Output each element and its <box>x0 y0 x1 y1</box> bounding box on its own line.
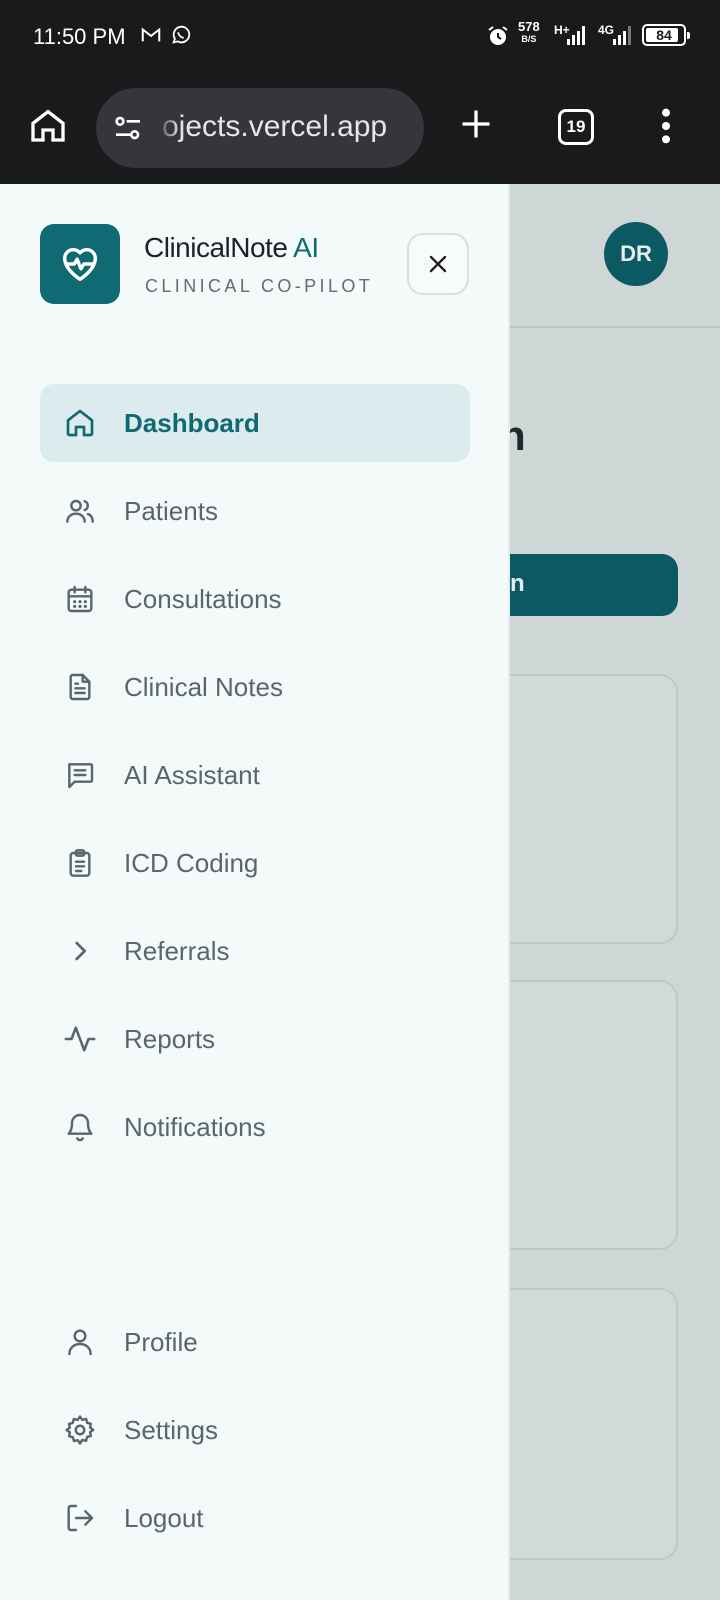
nav-label: Notifications <box>124 1112 266 1142</box>
address-bar[interactable]: ojects.vercel.app <box>96 88 424 168</box>
nav-label: ICD Coding <box>124 848 259 878</box>
file-text-icon <box>62 669 98 705</box>
nav-item-referrals[interactable]: Referrals <box>40 912 470 990</box>
nav-label: Dashboard <box>124 408 260 438</box>
brand-name: ClinicalNote AI <box>144 232 319 263</box>
battery-level: 84 <box>656 27 672 43</box>
browser-toolbar: ojects.vercel.app 19 <box>0 72 720 184</box>
nav-item-clinical-notes[interactable]: Clinical Notes <box>40 648 470 726</box>
message-square-icon <box>62 757 98 793</box>
nav-label: Clinical Notes <box>124 672 283 702</box>
app-logo <box>40 224 120 304</box>
status-bar: 11:50 PM 578 B/S H+ 4G 84 <box>0 0 720 72</box>
nav-item-icd-coding[interactable]: ICD Coding <box>40 824 470 902</box>
activity-icon <box>62 1021 98 1057</box>
close-drawer-button[interactable] <box>407 233 469 295</box>
nav-label: Reports <box>124 1024 216 1054</box>
nav-label: Settings <box>124 1415 218 1445</box>
calendar-icon <box>62 581 98 617</box>
nav-label: Consultations <box>124 584 282 614</box>
nav-item-logout[interactable]: Logout <box>40 1479 470 1557</box>
user-icon <box>62 1324 98 1360</box>
signal-icon-2 <box>612 24 634 46</box>
net-speed: 578 B/S <box>518 19 540 44</box>
logout-icon <box>62 1500 98 1536</box>
gmail-icon <box>140 24 162 46</box>
new-tab-icon[interactable] <box>458 106 494 142</box>
nav-item-settings[interactable]: Settings <box>40 1391 470 1469</box>
status-time: 11:50 PM <box>33 24 126 49</box>
site-settings-icon[interactable] <box>112 112 144 144</box>
nav-label: Referrals <box>124 936 230 966</box>
clipboard-icon <box>62 845 98 881</box>
nav-item-patients[interactable]: Patients <box>40 472 470 550</box>
nav-label: Patients <box>124 496 218 526</box>
chevron-right-icon <box>62 933 98 969</box>
whatsapp-icon <box>170 24 192 46</box>
close-icon <box>429 255 447 273</box>
users-icon <box>62 493 98 529</box>
url-text: ojects.vercel.app <box>162 110 388 143</box>
nav-item-ai-assistant[interactable]: AI Assistant <box>40 736 470 814</box>
tab-switcher-button[interactable]: 19 <box>558 109 594 145</box>
nav-item-reports[interactable]: Reports <box>40 1000 470 1078</box>
home-icon[interactable] <box>28 105 68 145</box>
nav-item-consultations[interactable]: Consultations <box>40 560 470 638</box>
nav-label: Profile <box>124 1327 198 1357</box>
nav-item-dashboard[interactable]: Dashboard <box>40 384 470 462</box>
primary-action-label: n <box>510 570 525 597</box>
nav-label: AI Assistant <box>124 760 260 790</box>
brand-tagline: CLINICAL CO-PILOT <box>145 276 374 296</box>
gear-icon <box>62 1412 98 1448</box>
nav-label: Logout <box>124 1503 204 1533</box>
battery-icon: 84 <box>642 24 690 46</box>
bell-icon <box>62 1109 98 1145</box>
home-icon <box>62 405 98 441</box>
avatar[interactable]: DR <box>604 222 668 286</box>
signal-icon <box>566 24 588 46</box>
nav-item-notifications[interactable]: Notifications <box>40 1088 470 1166</box>
navigation-drawer: ClinicalNote AI CLINICAL CO-PILOT Dashbo… <box>0 184 510 1600</box>
nav-item-profile[interactable]: Profile <box>40 1303 470 1381</box>
header-divider <box>500 326 720 328</box>
more-options-icon[interactable] <box>658 106 674 146</box>
heart-pulse-icon <box>62 247 98 282</box>
alarm-icon <box>486 24 510 48</box>
